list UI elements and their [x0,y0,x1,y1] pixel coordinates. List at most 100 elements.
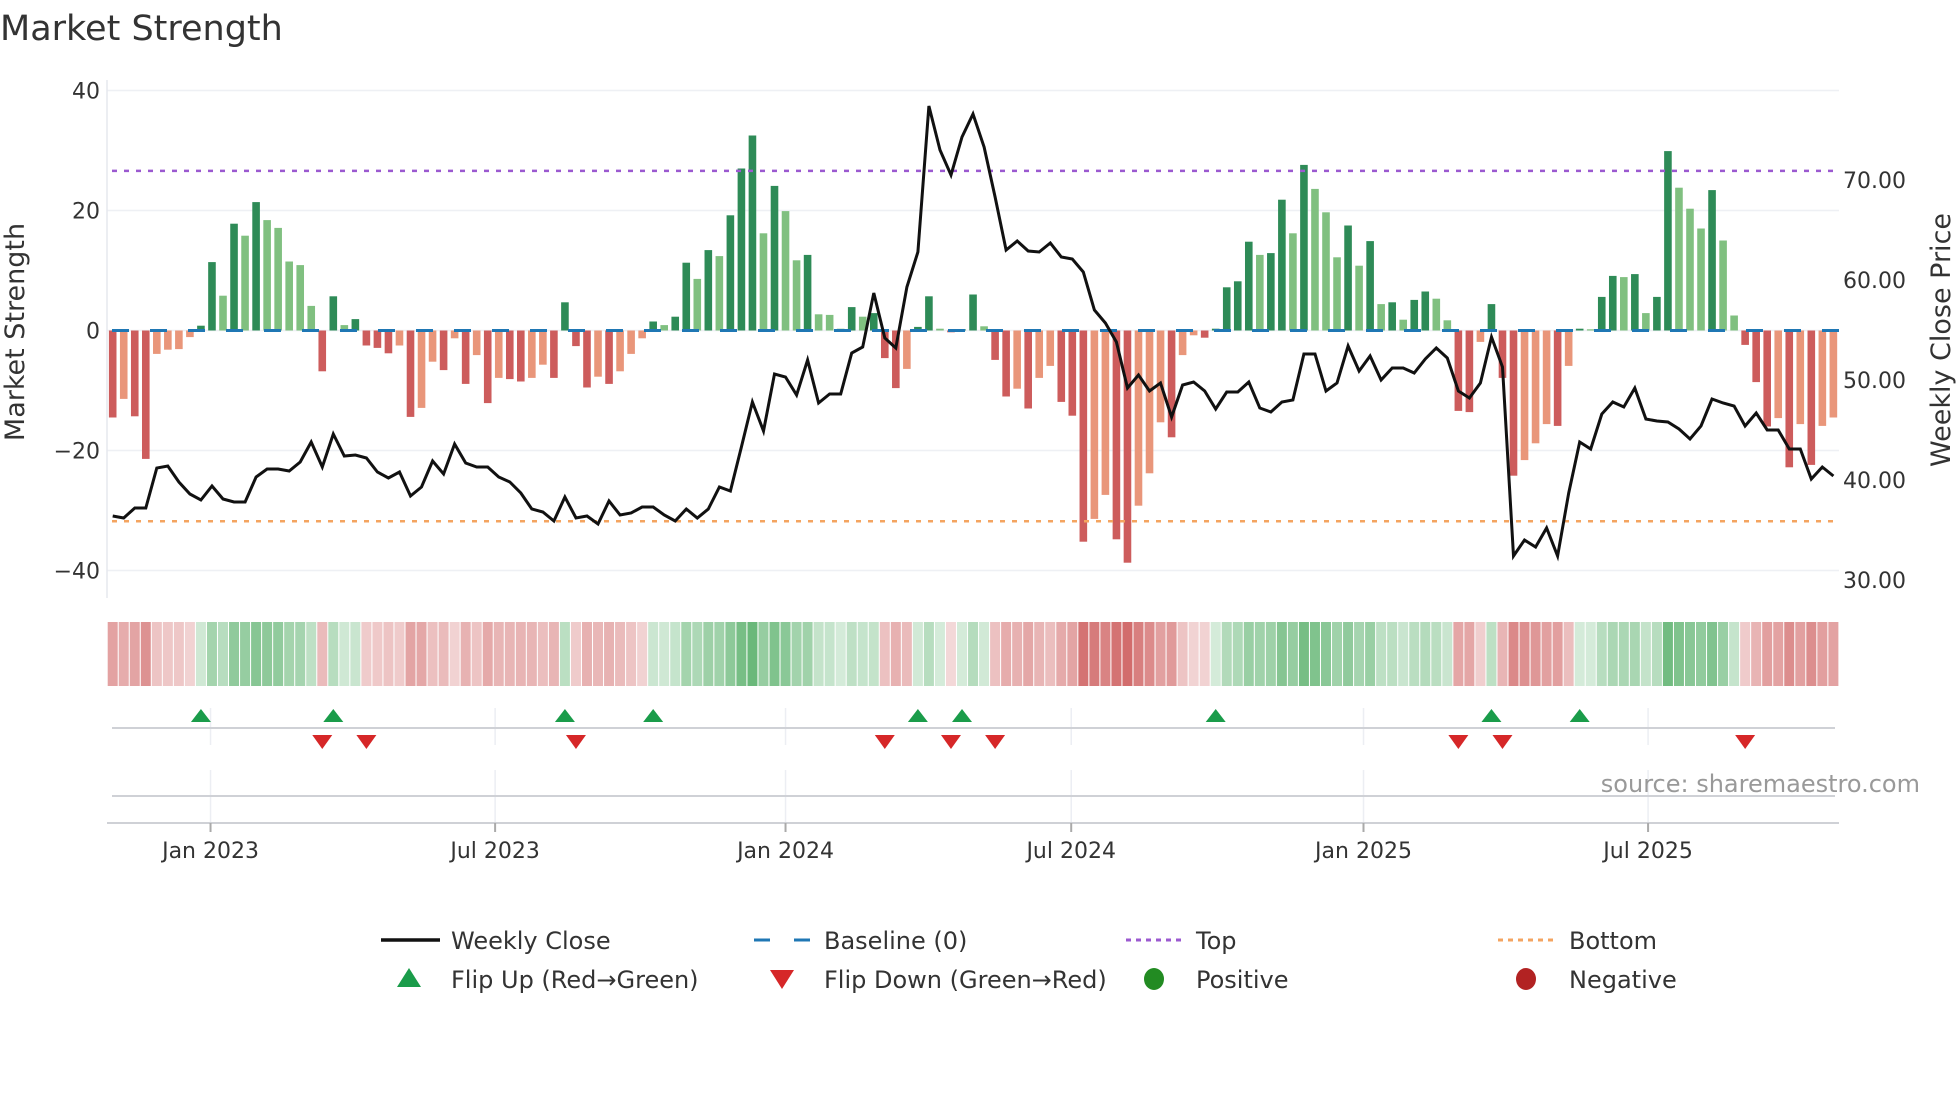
heat-cell-negative [173,622,184,686]
heat-cell-negative [1012,622,1023,686]
negative-bar [1024,330,1032,409]
heat-cell-positive [1309,622,1320,686]
legend-item: Positive [1144,966,1289,994]
heat-cell-negative [1508,622,1519,686]
negative-bar [903,330,911,369]
heat-cell-negative [901,622,912,686]
negative-bar [472,330,481,356]
heat-cell-positive [1232,622,1243,686]
heat-cell-negative [515,622,526,686]
positive-bar [329,296,338,331]
heat-cell-positive [824,622,835,686]
negative-bar [1531,330,1540,444]
positive-bar [1399,319,1408,331]
heat-cell-negative [361,622,372,686]
heat-cell-negative [162,622,173,686]
positive-bar [869,313,878,331]
heat-cell-negative [570,622,581,686]
heat-cell-positive [758,622,769,686]
flip-down-marker [940,735,961,749]
legend-label: Bottom [1569,927,1657,955]
positive-bar [1267,253,1275,331]
positive-bar [351,319,360,331]
legend-item: Negative [1516,966,1677,994]
heat-cell-negative [317,622,328,686]
legend-item: Bottom [1498,927,1657,955]
positive-bar [682,262,691,331]
positive-bar [1708,190,1716,331]
negative-bar [1763,330,1771,427]
positive-bar [792,260,801,331]
heat-cell-negative [604,622,615,686]
level-lines [112,169,1839,523]
heat-cell-positive [1321,622,1331,686]
negative-bar [1123,330,1132,563]
flip-up-marker [323,709,344,722]
positive-bar [1289,233,1297,331]
heat-cell-positive [670,622,681,686]
heat-cell-positive [802,622,813,686]
heat-cell-positive [1696,622,1707,686]
legend-item: Flip Down (Green→Red) [770,966,1107,994]
positive-bar [1421,291,1430,331]
positive-bar [1322,212,1330,331]
positive-bar [1642,313,1650,331]
positive-bar [1300,164,1308,331]
negative-bar [428,330,437,362]
heat-cell-negative [1497,622,1508,686]
y-tick-label: 40 [72,80,100,105]
circle-icon [1144,968,1164,990]
positive-bar [1256,254,1264,331]
negative-bar [517,330,525,382]
heat-cell-negative [471,622,482,686]
heat-cell-positive [1574,622,1585,686]
heat-cell-positive [1343,622,1354,686]
heat-cell-positive [350,622,361,686]
heat-cell-negative [1078,622,1089,686]
legend-item: Top [1126,927,1237,955]
heat-cell-positive [769,622,780,686]
positive-bar [1432,298,1441,331]
positive-bar [726,215,735,331]
negative-bar [594,330,602,377]
negative-bar [1774,330,1783,419]
heat-cell-positive [339,622,350,686]
negative-bar [616,330,624,372]
positive-bar [1675,187,1683,331]
heat-cell-positive [813,622,824,686]
positive-bar [1355,265,1363,331]
positive-bar [1278,199,1286,331]
heat-cell-positive [791,622,802,686]
heat-cell-negative [945,622,956,686]
heat-cell-positive [659,622,670,686]
chart-title: Market Strength [0,9,283,49]
heat-cell-positive [1387,622,1398,686]
heat-cell-negative [1762,622,1773,686]
heat-cell-negative [383,622,394,686]
heat-cell-negative [548,622,559,686]
heat-cell-positive [1409,622,1420,686]
positive-bar [925,296,933,331]
flip-up-marker [554,709,575,722]
heat-cell-positive [1640,622,1651,686]
flip-up-marker [1481,709,1502,722]
positive-bar [847,307,856,331]
heat-cell-negative [460,622,471,686]
heat-cell-negative [372,622,383,686]
negative-bar [406,330,415,417]
y-tick-label: 20 [72,200,100,225]
heat-cell-negative [449,622,460,686]
negative-bar [1476,330,1485,342]
heat-cell-negative [1552,622,1563,686]
heat-cell-positive [1210,622,1221,686]
heat-cell-negative [118,622,129,686]
right-axis-ticks: 70.00 60.00 50.00 40.00 30.00 [1843,169,1906,594]
heat-cell-negative [526,622,537,686]
heat-cell-positive [328,622,339,686]
heat-cell-positive [262,622,273,686]
x-axis: Jan 2023 Jul 2023 Jan 2024 Jul 2024 Jan 2025… [107,822,1839,864]
heat-cell-negative [1453,622,1464,686]
heat-cell-negative [1001,622,1012,686]
positive-bar [825,314,834,331]
negative-bar [439,330,448,371]
